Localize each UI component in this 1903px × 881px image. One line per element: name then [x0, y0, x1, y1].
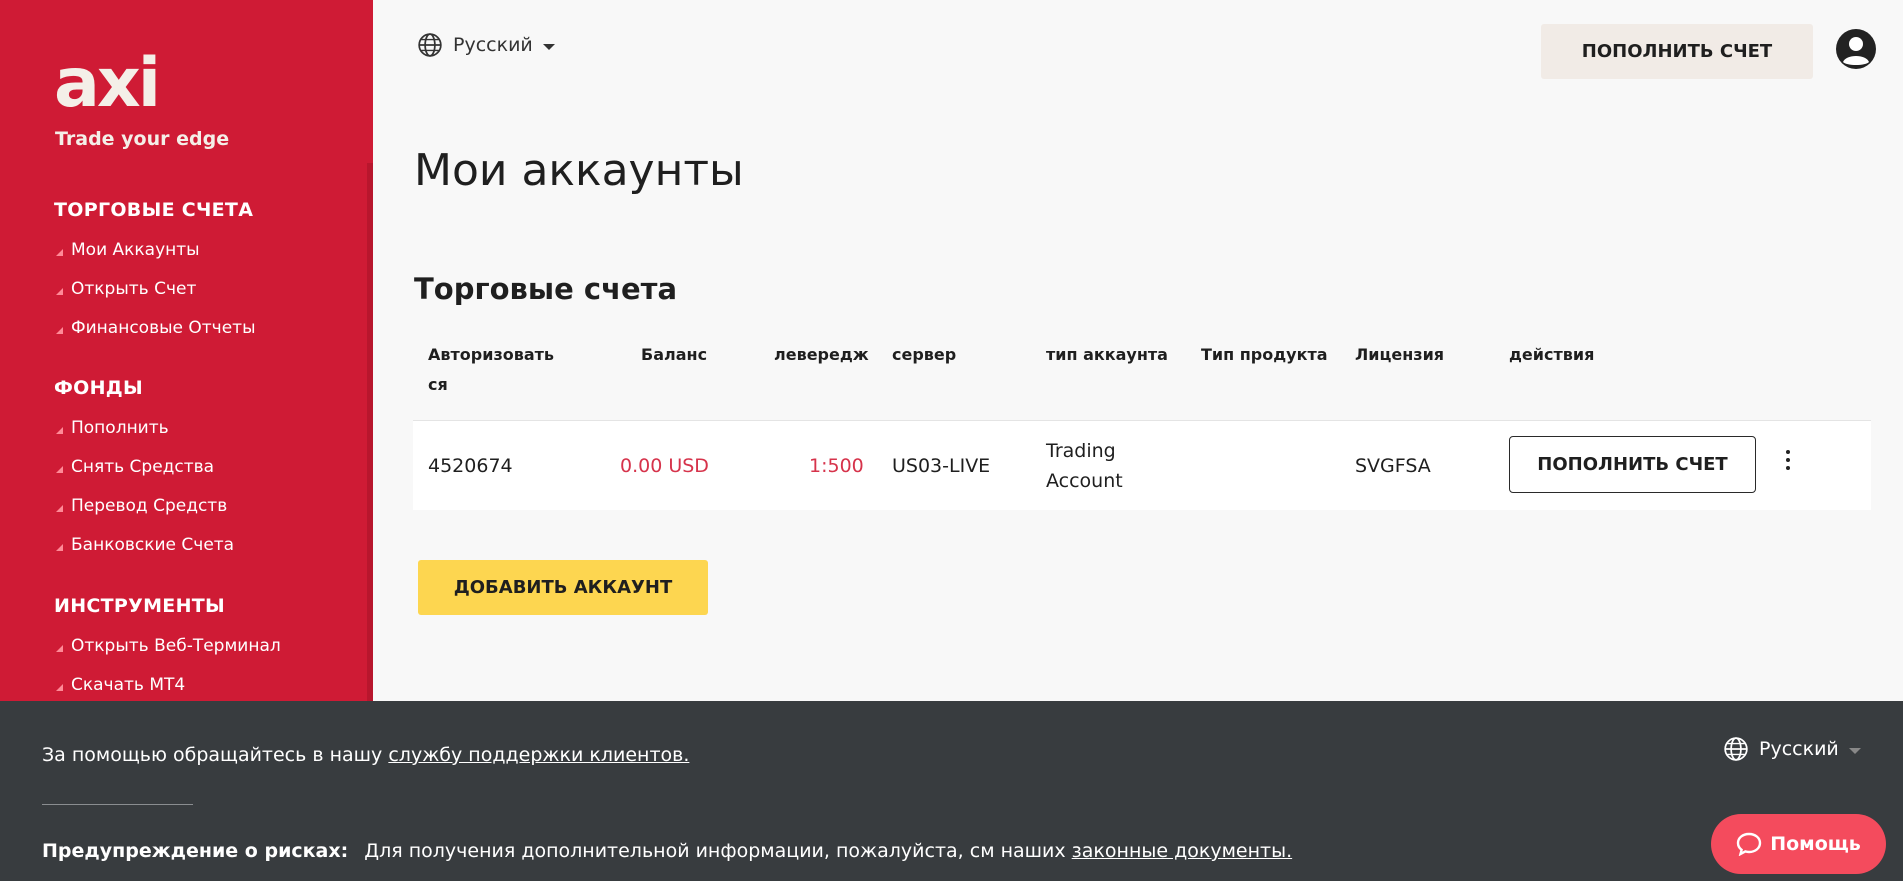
axi-logo[interactable]: axi — [54, 44, 161, 123]
footer: За помощью обращайтесь в нашу службу под… — [0, 701, 1903, 881]
triangle-icon — [56, 465, 63, 473]
cell-license: SVGFSA — [1355, 455, 1431, 477]
triangle-icon — [56, 248, 63, 256]
triangle-icon — [56, 287, 63, 295]
page-title: Мои аккаунты — [414, 145, 744, 196]
legal-documents-link[interactable]: законные документы. — [1072, 840, 1292, 862]
sidebar-item-bank-accounts[interactable]: Банковские Счета — [56, 535, 234, 555]
sidebar-item-my-accounts[interactable]: Мои Аккаунты — [56, 240, 200, 260]
nav-section-funds: ФОНДЫ — [54, 377, 144, 399]
footer-language-selector[interactable]: Русский — [1723, 736, 1861, 762]
triangle-icon — [56, 683, 63, 691]
chevron-down-icon — [1848, 748, 1861, 754]
column-header-balance: Баланс — [641, 345, 708, 364]
triangle-icon — [56, 504, 63, 512]
column-header-license: Лицензия — [1355, 345, 1445, 364]
cell-account-type: Trading Account — [1046, 440, 1123, 492]
sidebar-item-deposit[interactable]: Пополнить — [56, 418, 169, 438]
nav-section-trading: ТОРГОВЫЕ СЧЕТА — [54, 199, 254, 221]
sidebar-item-financial-reports[interactable]: Финансовые Отчеты — [56, 318, 256, 338]
column-header-actions: действия — [1509, 345, 1595, 364]
logo-text: axi — [54, 44, 161, 123]
sidebar-item-web-terminal[interactable]: Открыть Веб-Терминал — [56, 636, 281, 656]
column-header-leverage: левередж — [774, 345, 869, 364]
column-header-product-type: Тип продукта — [1201, 345, 1328, 364]
cell-balance: 0.00 USD — [620, 455, 709, 477]
footer-language-label: Русский — [1759, 738, 1839, 760]
support-text: За помощью обращайтесь в нашу службу под… — [42, 744, 690, 766]
nav-section-tools: ИНСТРУМЕНТЫ — [54, 595, 226, 617]
cell-login: 4520674 — [428, 455, 513, 477]
globe-icon — [418, 33, 442, 57]
column-header-server: сервер — [892, 345, 957, 364]
globe-icon — [1724, 737, 1748, 761]
cell-leverage: 1:500 — [809, 455, 864, 477]
more-options-icon[interactable] — [1783, 450, 1793, 476]
user-avatar-icon[interactable] — [1835, 28, 1877, 70]
risk-warning: Предупреждение о рисках: Для получения д… — [42, 840, 1293, 862]
triangle-icon — [56, 644, 63, 652]
language-selector[interactable]: Русский — [417, 32, 555, 58]
table-row: 4520674 0.00 USD 1:500 US03-LIVE Trading… — [413, 420, 1871, 510]
cell-server: US03-LIVE — [892, 455, 991, 477]
chat-bubble-icon — [1737, 832, 1762, 856]
support-link[interactable]: службу поддержки клиентов. — [388, 744, 689, 766]
footer-divider — [42, 804, 193, 805]
chevron-down-icon — [542, 44, 555, 50]
sidebar-item-open-account[interactable]: Открыть Счет — [56, 279, 196, 299]
sidebar-item-transfer[interactable]: Перевод Средств — [56, 496, 227, 516]
sidebar-item-download-mt4[interactable]: Скачать MT4 — [56, 675, 185, 695]
help-button[interactable]: Помощь — [1711, 814, 1886, 874]
sidebar: axi Trade your edge ТОРГОВЫЕ СЧЕТА Мои А… — [0, 0, 373, 701]
deposit-button-row[interactable]: ПОПОЛНИТЬ СЧЕТ — [1509, 436, 1756, 493]
section-title: Торговые счета — [414, 272, 678, 306]
sidebar-item-withdraw[interactable]: Снять Средства — [56, 457, 214, 477]
column-header-account-type: тип аккаунта — [1046, 345, 1168, 364]
risk-label: Предупреждение о рисках: — [42, 840, 349, 862]
column-header-login: Авторизовать ся — [428, 345, 555, 394]
deposit-button-top[interactable]: ПОПОЛНИТЬ СЧЕТ — [1541, 24, 1813, 79]
add-account-button[interactable]: ДОБАВИТЬ АККАУНТ — [418, 560, 708, 615]
tagline: Trade your edge — [55, 128, 230, 150]
triangle-icon — [56, 426, 63, 434]
triangle-icon — [56, 543, 63, 551]
language-label: Русский — [453, 34, 533, 56]
triangle-icon — [56, 326, 63, 334]
sidebar-scrollbar[interactable] — [367, 163, 373, 701]
